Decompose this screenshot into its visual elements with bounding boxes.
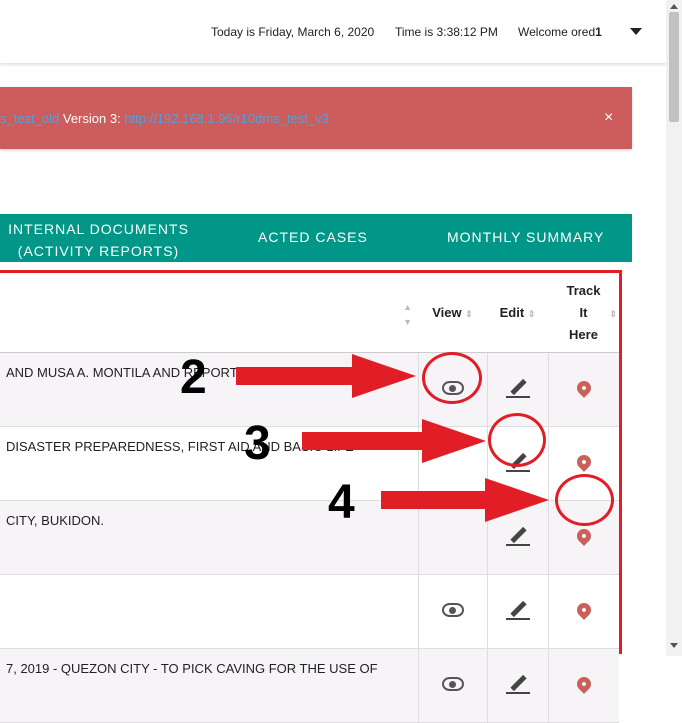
username: 1 bbox=[595, 25, 602, 39]
track-cell bbox=[547, 648, 619, 723]
map-pin-icon[interactable] bbox=[573, 526, 594, 546]
page-scrollbar[interactable] bbox=[666, 0, 682, 656]
view-cell bbox=[417, 574, 487, 649]
tab-bar: INTERNAL DOCUMENTS (ACTIVITY REPORTS) AC… bbox=[0, 214, 632, 262]
tab-monthly-summary[interactable]: MONTHLY SUMMARY bbox=[447, 229, 604, 245]
edit-cell bbox=[486, 574, 548, 649]
annotation-arrow-4 bbox=[381, 491, 489, 509]
sort-icon[interactable]: ⇕ bbox=[528, 309, 536, 319]
column-header-view[interactable]: View ⇕ bbox=[418, 273, 487, 353]
welcome-text: Welcome ored1 bbox=[518, 25, 602, 39]
annotation-circle-track bbox=[555, 474, 614, 526]
track-cell bbox=[547, 574, 619, 649]
row-description bbox=[0, 574, 418, 649]
alert-close-icon[interactable]: × bbox=[604, 109, 613, 127]
pencil-icon[interactable] bbox=[505, 672, 530, 696]
sort-icon[interactable]: ▲ ▼ bbox=[403, 302, 412, 327]
sort-icon[interactable]: ⇕ bbox=[609, 303, 617, 325]
eye-icon[interactable] bbox=[441, 677, 464, 691]
eye-icon[interactable] bbox=[441, 603, 464, 617]
table-row: 7, 2019 - QUEZON CITY - TO PICK CAVING F… bbox=[0, 648, 619, 723]
annotation-arrowhead-4 bbox=[485, 478, 549, 522]
alert-banner: s_test_old Version 3: http://192.168.1.9… bbox=[0, 87, 632, 149]
annotation-arrow-2 bbox=[236, 367, 356, 385]
pencil-icon[interactable] bbox=[505, 376, 530, 400]
view-cell bbox=[417, 648, 487, 723]
column-header-edit[interactable]: Edit ⇕ bbox=[487, 273, 548, 353]
pencil-icon[interactable] bbox=[505, 598, 530, 622]
date-text: Today is Friday, March 6, 2020 bbox=[211, 25, 375, 39]
annotation-circle-edit bbox=[488, 413, 546, 467]
alert-link-old[interactable]: s_test_old bbox=[0, 111, 59, 126]
pencil-icon[interactable] bbox=[505, 524, 530, 548]
scroll-down-arrow-icon[interactable] bbox=[670, 643, 678, 648]
annotation-number-2: 2 bbox=[180, 351, 207, 404]
annotation-arrow-3 bbox=[302, 432, 426, 450]
map-pin-icon[interactable] bbox=[573, 378, 594, 398]
edit-cell bbox=[486, 648, 548, 723]
sort-icon[interactable]: ⇕ bbox=[465, 309, 473, 319]
scroll-thumb[interactable] bbox=[669, 12, 679, 122]
user-menu-chevron-down-icon[interactable] bbox=[630, 28, 642, 35]
annotation-arrowhead-2 bbox=[352, 354, 416, 398]
map-pin-icon[interactable] bbox=[573, 674, 594, 694]
view-cell bbox=[417, 500, 487, 575]
annotation-number-4: 4 bbox=[328, 476, 355, 529]
table-row bbox=[0, 574, 619, 649]
tab-internal-documents[interactable]: INTERNAL DOCUMENTS (ACTIVITY REPORTS) bbox=[0, 218, 197, 262]
map-pin-icon[interactable] bbox=[573, 600, 594, 620]
scroll-up-arrow-icon[interactable] bbox=[670, 4, 678, 9]
annotation-arrowhead-3 bbox=[422, 419, 486, 463]
track-cell bbox=[547, 352, 619, 427]
column-header-title[interactable]: ▲ ▼ bbox=[0, 273, 418, 353]
row-description: CITY, BUKIDON. bbox=[0, 500, 418, 575]
top-bar: Today is Friday, March 6, 2020 Time is 3… bbox=[0, 0, 666, 63]
column-header-track[interactable]: Track It Here ⇕ bbox=[548, 273, 619, 353]
annotation-circle-view bbox=[422, 352, 482, 404]
annotation-number-3: 3 bbox=[244, 417, 271, 470]
tab-acted-cases[interactable]: ACTED CASES bbox=[258, 229, 368, 245]
map-pin-icon[interactable] bbox=[573, 452, 594, 472]
alert-message: s_test_old Version 3: http://192.168.1.9… bbox=[0, 111, 329, 126]
row-description: 7, 2019 - QUEZON CITY - TO PICK CAVING F… bbox=[0, 648, 418, 723]
time-text: Time is 3:38:12 PM bbox=[395, 25, 498, 39]
alert-link-v3[interactable]: http://192.168.1.96/r10dms_test_v3 bbox=[124, 111, 329, 126]
